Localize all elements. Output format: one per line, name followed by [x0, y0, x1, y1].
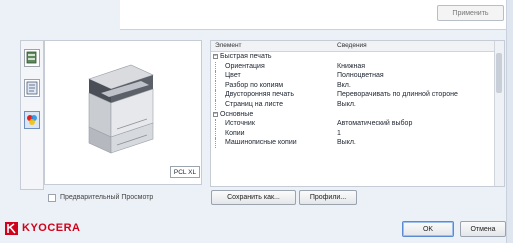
row-value: Выкл.	[337, 100, 356, 108]
kyocera-logo-icon	[5, 222, 18, 235]
cancel-button[interactable]: Отмена	[460, 221, 506, 237]
tree-line	[215, 99, 216, 110]
row-item-label: Быстрая печать	[220, 53, 272, 60]
row-value: Вкл.	[337, 81, 351, 89]
row-value: 1	[337, 129, 341, 137]
table-row[interactable]: Цвет Полноцветная	[211, 71, 496, 81]
row-value: Автоматический выбор	[337, 120, 413, 128]
settings-summary-table: Элемент Сведения − Быстрая печать Ориентац…	[210, 40, 505, 187]
collapse-toggle-icon[interactable]: −	[213, 54, 218, 59]
brand-name: KYOCERA	[22, 222, 81, 234]
table-row[interactable]: Копии 1	[211, 128, 496, 139]
row-item-label: Копии	[225, 129, 245, 137]
collapse-toggle-icon[interactable]: −	[213, 111, 218, 117]
table-row[interactable]: Источник Автоматический выбор	[211, 119, 496, 129]
preview-checkbox-label: Предварительный Просмотр	[60, 194, 154, 201]
table-row[interactable]: Разбор по копиям Вкл.	[211, 80, 496, 91]
column-header-value[interactable]: Сведения	[337, 42, 367, 49]
ok-button[interactable]: OK	[402, 221, 454, 237]
scrollbar-thumb[interactable]	[496, 53, 502, 93]
document-tab-icon[interactable]	[24, 79, 40, 97]
row-item-label: Разбор по копиям	[225, 81, 284, 89]
printer-tab-icon[interactable]	[24, 49, 40, 67]
right-edge-scroll	[506, 0, 513, 243]
tree-line	[215, 71, 216, 81]
icon-tab-column	[20, 40, 44, 190]
table-rows: − Быстрая печать Ориентация Книжная Цвет Полн…	[211, 52, 496, 148]
row-item-label: Источник	[225, 120, 255, 128]
pdl-label: PCL XL	[170, 166, 200, 178]
table-row[interactable]: Ориентация Книжная	[211, 61, 496, 72]
tree-line	[215, 61, 216, 72]
row-item-label: Основные	[220, 110, 254, 118]
row-item-label: Цвет	[225, 72, 241, 80]
row-value: Переворачивать по длинной стороне	[337, 91, 458, 99]
row-item-label: Страниц на листе	[225, 100, 283, 108]
row-value: Выкл.	[337, 139, 356, 147]
preview-checkbox[interactable]	[48, 194, 56, 202]
tree-line	[215, 90, 216, 100]
apply-button[interactable]: Применить	[437, 5, 504, 21]
row-item-label: Машинописные копии	[225, 139, 297, 147]
table-group-row[interactable]: − Быстрая печать	[211, 52, 496, 62]
column-header-item[interactable]: Элемент	[215, 42, 242, 49]
table-row[interactable]: Машинописные копии Выкл.	[211, 138, 496, 148]
tree-line	[215, 119, 216, 129]
printer-preview-panel	[44, 40, 202, 185]
table-scrollbar[interactable]	[494, 41, 504, 186]
row-item-label: Ориентация	[225, 62, 265, 70]
tree-line	[215, 138, 216, 148]
table-row[interactable]: Страниц на листе Выкл.	[211, 99, 496, 110]
save-as-button[interactable]: Сохранить как...	[211, 190, 296, 205]
row-value: Полноцветная	[337, 72, 384, 80]
row-value: Книжная	[337, 62, 366, 70]
tree-line	[215, 128, 216, 139]
table-row[interactable]: Двусторонняя печать Переворачивать по дли…	[211, 90, 496, 100]
color-tab-icon[interactable]	[24, 111, 40, 129]
printer-image	[88, 64, 154, 154]
table-header: Элемент Сведения	[211, 41, 496, 52]
table-group-row[interactable]: − Основные	[211, 110, 496, 120]
row-item-label: Двусторонняя печать	[225, 91, 294, 99]
profiles-button[interactable]: Профили...	[299, 190, 357, 205]
tree-line	[215, 80, 216, 91]
